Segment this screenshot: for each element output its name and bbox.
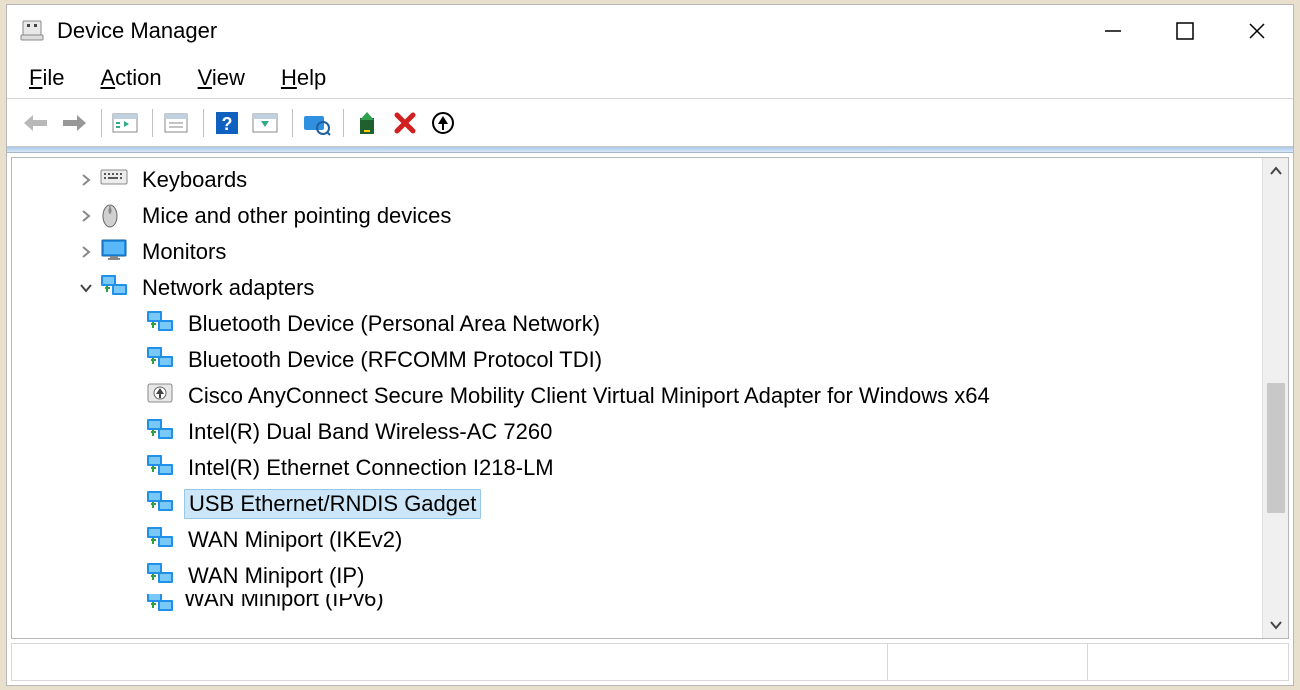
tree-category-label: Network adapters xyxy=(138,274,318,302)
network-adapter-icon xyxy=(146,562,174,590)
tree-category[interactable]: Mice and other pointing devices xyxy=(12,198,1262,234)
tree-device-label: WAN Miniport (IP) xyxy=(184,562,368,590)
tree-device[interactable]: Intel(R) Dual Band Wireless-AC 7260 xyxy=(12,414,1262,450)
tree-device[interactable]: Cisco AnyConnect Secure Mobility Client … xyxy=(12,378,1262,414)
tree-device[interactable]: Intel(R) Ethernet Connection I218-LM xyxy=(12,450,1262,486)
expander-open-icon[interactable] xyxy=(72,274,100,302)
scroll-up-arrow-icon[interactable] xyxy=(1267,162,1285,180)
statusbar xyxy=(11,643,1289,681)
client-area: Keyboards Mice and other pointing devices… xyxy=(7,153,1293,685)
tree-device[interactable]: WAN Miniport (IKEv2) xyxy=(12,522,1262,558)
forward-button[interactable] xyxy=(57,106,91,140)
toolbar: ? xyxy=(7,99,1293,147)
toolbar-separator xyxy=(343,109,344,137)
expander-closed-icon[interactable] xyxy=(72,166,100,194)
close-button[interactable] xyxy=(1221,5,1293,57)
status-panel xyxy=(1088,644,1288,680)
network-adapter-icon xyxy=(146,454,174,482)
toolbar-separator xyxy=(203,109,204,137)
scroll-down-arrow-icon[interactable] xyxy=(1267,616,1285,634)
tree-category[interactable]: Keyboards xyxy=(12,162,1262,198)
status-panel xyxy=(12,644,888,680)
toolbar-separator xyxy=(152,109,153,137)
toolbar-separator xyxy=(292,109,293,137)
network-icon xyxy=(100,274,128,302)
tree-category[interactable]: Monitors xyxy=(12,234,1262,270)
toolbar-separator xyxy=(101,109,102,137)
menu-action[interactable]: Action xyxy=(100,65,161,91)
uninstall-button[interactable] xyxy=(388,106,422,140)
svg-text:?: ? xyxy=(222,114,233,134)
status-panel xyxy=(888,644,1088,680)
window-title: Device Manager xyxy=(57,18,217,44)
device-tree[interactable]: Keyboards Mice and other pointing devices… xyxy=(12,158,1262,638)
tree-device[interactable]: Bluetooth Device (Personal Area Network) xyxy=(12,306,1262,342)
tree-device-label: Intel(R) Dual Band Wireless-AC 7260 xyxy=(184,418,556,446)
tree-device[interactable]: WAN Miniport (IP) xyxy=(12,558,1262,594)
menubar: File Action View Help File Action View H… xyxy=(7,57,1293,99)
tree-category-label: Mice and other pointing devices xyxy=(138,202,455,230)
tree-device-label: Bluetooth Device (RFCOMM Protocol TDI) xyxy=(184,346,606,374)
keyboard-icon xyxy=(100,166,128,194)
minimize-button[interactable] xyxy=(1077,5,1149,57)
tree-device-label: Bluetooth Device (Personal Area Network) xyxy=(184,310,604,338)
window-frame: Device Manager File Action View Help Fil… xyxy=(6,4,1294,686)
tree-device-partial[interactable]: WAN Miniport (IPv6) xyxy=(12,594,1262,614)
tree-device[interactable]: USB Ethernet/RNDIS Gadget xyxy=(12,486,1262,522)
device-tree-panel: Keyboards Mice and other pointing devices… xyxy=(11,157,1289,639)
network-adapter-icon xyxy=(146,310,174,338)
back-button[interactable] xyxy=(19,106,53,140)
vertical-scrollbar[interactable] xyxy=(1262,158,1288,638)
menu-help[interactable]: Help xyxy=(281,65,326,91)
network-adapter-icon xyxy=(146,382,174,410)
device-manager-icon xyxy=(19,18,45,44)
menu-file[interactable]: File xyxy=(29,65,64,91)
tree-device[interactable]: Bluetooth Device (RFCOMM Protocol TDI) xyxy=(12,342,1262,378)
maximize-button[interactable] xyxy=(1149,5,1221,57)
network-adapter-icon xyxy=(146,594,174,614)
expander-closed-icon[interactable] xyxy=(72,202,100,230)
menu-view[interactable]: View xyxy=(198,65,245,91)
tree-device-label: USB Ethernet/RNDIS Gadget xyxy=(184,489,481,519)
scrollbar-thumb[interactable] xyxy=(1267,383,1285,513)
network-adapter-icon xyxy=(146,490,174,518)
tree-device-label: Cisco AnyConnect Secure Mobility Client … xyxy=(184,382,994,410)
help-button[interactable]: ? xyxy=(210,106,244,140)
disable-button[interactable] xyxy=(426,106,460,140)
network-adapter-icon xyxy=(146,418,174,446)
network-adapter-icon xyxy=(146,346,174,374)
network-adapter-icon xyxy=(146,526,174,554)
tree-category[interactable]: Network adapters xyxy=(12,270,1262,306)
monitor-icon xyxy=(100,238,128,266)
tree-device-label: WAN Miniport (IKEv2) xyxy=(184,526,406,554)
tree-device-label: WAN Miniport (IPv6) xyxy=(184,594,384,612)
show-hide-console-tree-button[interactable] xyxy=(108,106,142,140)
update-driver-button[interactable] xyxy=(350,106,384,140)
mouse-icon xyxy=(100,202,128,230)
tree-category-label: Keyboards xyxy=(138,166,251,194)
tree-device-label: Intel(R) Ethernet Connection I218-LM xyxy=(184,454,558,482)
expander-closed-icon[interactable] xyxy=(72,238,100,266)
scan-hardware-button[interactable] xyxy=(299,106,333,140)
tree-category-label: Monitors xyxy=(138,238,230,266)
properties-button[interactable] xyxy=(159,106,193,140)
action-dropdown-button[interactable] xyxy=(248,106,282,140)
titlebar[interactable]: Device Manager xyxy=(7,5,1293,57)
